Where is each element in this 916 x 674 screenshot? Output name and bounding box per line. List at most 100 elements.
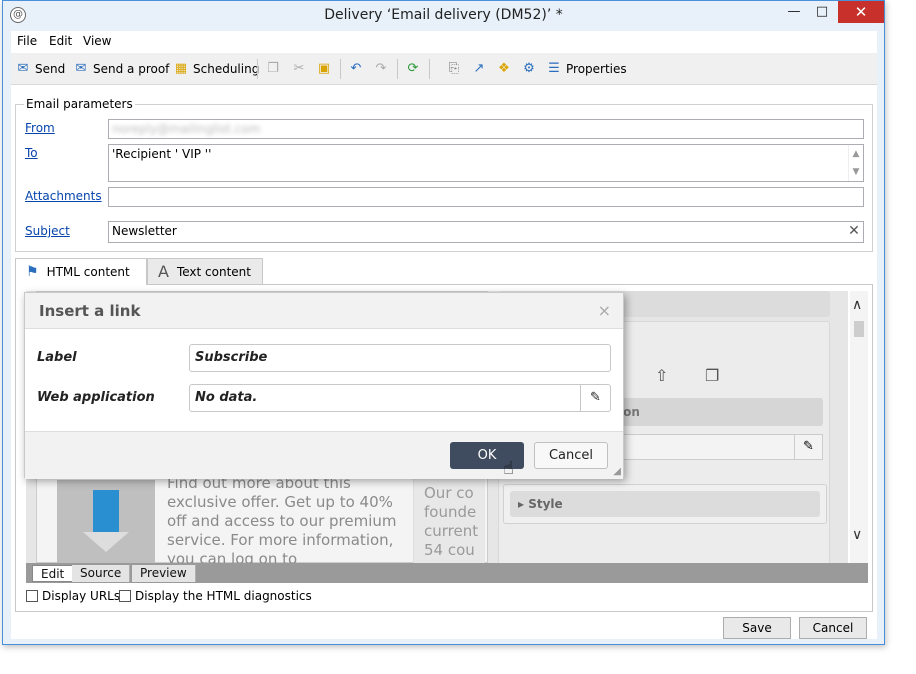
gift-icon[interactable]: ❖ xyxy=(496,61,512,77)
pencil-icon[interactable]: ✎ xyxy=(580,385,610,411)
email-parameters-group: Email parameters From noreply@mailinglis… xyxy=(15,97,873,252)
minimize-button[interactable]: — xyxy=(780,1,808,23)
window-title: Delivery ‘Email delivery (DM52)’ * xyxy=(324,7,563,23)
send-proof-button[interactable]: ✉ Send a proof xyxy=(73,61,170,77)
scheduling-label: Scheduling xyxy=(193,62,260,76)
promo-image xyxy=(57,480,155,563)
toolbar-separator xyxy=(429,59,430,79)
web-application-input[interactable]: No data. ✎ xyxy=(189,384,611,412)
scroll-up-icon[interactable]: ∧ xyxy=(852,297,862,313)
cut-icon[interactable]: ✂ xyxy=(291,61,307,77)
download-arrow-icon xyxy=(93,490,119,534)
properties-label: Properties xyxy=(566,62,627,76)
dialog-footer: OK Cancel ☝ ◢ xyxy=(25,431,623,479)
send-label: Send xyxy=(35,62,66,76)
to-value: 'Recipient ' VIP '' xyxy=(112,147,212,161)
copy-icon[interactable]: ❐ xyxy=(265,61,281,77)
send-button[interactable]: ✉ Send xyxy=(15,61,66,77)
menu-file[interactable]: File xyxy=(17,34,37,48)
editor-mode-bar: Edit Source Preview xyxy=(26,563,868,583)
upload-document-icon[interactable]: ⇧ xyxy=(655,366,673,388)
to-field[interactable]: 'Recipient ' VIP '' ▲ ▼ xyxy=(108,144,864,182)
to-link[interactable]: To xyxy=(25,146,38,160)
promo-text[interactable]: Find out more about this exclusive offer… xyxy=(167,474,397,563)
web-application-label: Web application xyxy=(37,390,155,405)
style-group: ▸ Style xyxy=(503,484,827,524)
display-urls-checkbox[interactable]: Display URLs xyxy=(26,589,120,603)
resize-grip-icon[interactable]: ◢ xyxy=(613,466,621,477)
subject-field[interactable]: Newsletter ✕ xyxy=(108,221,864,243)
close-icon[interactable]: × xyxy=(598,301,611,320)
send-proof-label: Send a proof xyxy=(93,62,170,76)
from-field[interactable]: noreply@mailinglist.com xyxy=(108,119,864,139)
from-value: noreply@mailinglist.com xyxy=(112,122,261,136)
close-window-button[interactable]: ✕ xyxy=(838,1,884,23)
title-bar: @ Delivery ‘Email delivery (DM52)’ * — □… xyxy=(3,1,884,31)
text-content-icon: A xyxy=(158,262,169,281)
properties-button[interactable]: ☰ Properties xyxy=(546,61,627,77)
subject-link[interactable]: Subject xyxy=(25,224,70,238)
scroll-up-icon[interactable]: ▲ xyxy=(849,145,863,163)
tab-html-content[interactable]: ⚑ HTML content xyxy=(15,258,147,285)
tab-html-label: HTML content xyxy=(46,265,130,279)
display-diagnostics-checkbox[interactable]: Display the HTML diagnostics xyxy=(119,589,312,603)
label-input[interactable]: Subscribe xyxy=(189,344,611,372)
mode-tab-preview[interactable]: Preview xyxy=(132,565,196,582)
envelope-check-icon: ✉ xyxy=(75,61,87,76)
checkbox-box[interactable] xyxy=(26,590,38,602)
maximize-button[interactable]: □ xyxy=(808,1,836,23)
toolbar-separator xyxy=(397,59,398,79)
attachment-icon[interactable]: ⎘ xyxy=(446,61,462,77)
menu-edit[interactable]: Edit xyxy=(49,34,72,48)
dialog-title: Insert a link xyxy=(39,302,141,320)
undo-icon[interactable]: ↶ xyxy=(348,61,364,77)
menu-bar: File Edit View xyxy=(11,31,877,53)
scroll-thumb[interactable] xyxy=(854,321,864,337)
display-diagnostics-label: Display the HTML diagnostics xyxy=(135,589,312,603)
attachments-field[interactable] xyxy=(108,187,864,207)
toolbar-separator xyxy=(257,59,258,79)
scroll-down-icon[interactable]: ∨ xyxy=(852,527,862,543)
scheduling-button[interactable]: ▦ Scheduling xyxy=(173,61,259,77)
subject-value: Newsletter xyxy=(112,224,177,238)
scroll-down-icon[interactable]: ▼ xyxy=(849,163,863,181)
html-content-icon: ⚑ xyxy=(26,264,39,280)
insert-link-dialog: Insert a link × Label Subscribe Web appl… xyxy=(24,292,624,479)
redo-icon[interactable]: ↷ xyxy=(373,61,389,77)
menu-view[interactable]: View xyxy=(83,34,111,48)
to-scrollbar[interactable]: ▲ ▼ xyxy=(848,145,863,181)
checkbox-box[interactable] xyxy=(119,590,131,602)
pencil-icon[interactable]: ✎ xyxy=(794,435,822,459)
toolbar-separator xyxy=(340,59,341,79)
save-button[interactable]: Save xyxy=(723,617,791,639)
side-column: Our co founde current 54 cou our mo xyxy=(413,474,485,563)
tab-text-content[interactable]: A Text content xyxy=(147,258,263,284)
clipboard-icon: ☰ xyxy=(548,61,560,76)
editor-scrollbar[interactable]: ∧ ∨ xyxy=(850,291,868,563)
refresh-icon[interactable]: ⟳ xyxy=(405,61,421,77)
attachments-link[interactable]: Attachments xyxy=(25,189,102,203)
clear-icon[interactable]: ✕ xyxy=(846,223,862,239)
link-icon[interactable]: ↗ xyxy=(471,61,487,77)
envelope-icon: ✉ xyxy=(17,61,29,76)
hand-cursor-icon: ☝ xyxy=(503,458,514,479)
calendar-icon: ▦ xyxy=(174,61,188,76)
dialog-cancel-button[interactable]: Cancel xyxy=(534,442,608,469)
style-toggle[interactable]: ▸ Style xyxy=(510,491,820,517)
toolbar: ✉ Send ✉ Send a proof ▦ Scheduling ❐ ✂ ▣… xyxy=(11,53,877,85)
side-text[interactable]: Our co founde current 54 cou our mo xyxy=(424,484,478,563)
dialog-header: Insert a link × xyxy=(25,293,623,329)
email-parameters-title: Email parameters xyxy=(24,97,135,111)
from-link[interactable]: From xyxy=(25,121,55,135)
mode-tab-source[interactable]: Source xyxy=(72,565,131,582)
tab-text-label: Text content xyxy=(176,264,251,279)
copy-document-icon[interactable]: ❐ xyxy=(705,366,723,388)
web-application-value: No data. xyxy=(195,390,258,405)
style-label: Style xyxy=(528,497,563,511)
personalization-icon[interactable]: ⚙ xyxy=(521,61,537,77)
cancel-button[interactable]: Cancel xyxy=(799,617,867,639)
download-arrow-head-icon xyxy=(83,532,129,552)
label-field-label: Label xyxy=(37,350,77,365)
paste-icon[interactable]: ▣ xyxy=(316,61,332,77)
mode-tab-edit[interactable]: Edit xyxy=(32,565,74,582)
